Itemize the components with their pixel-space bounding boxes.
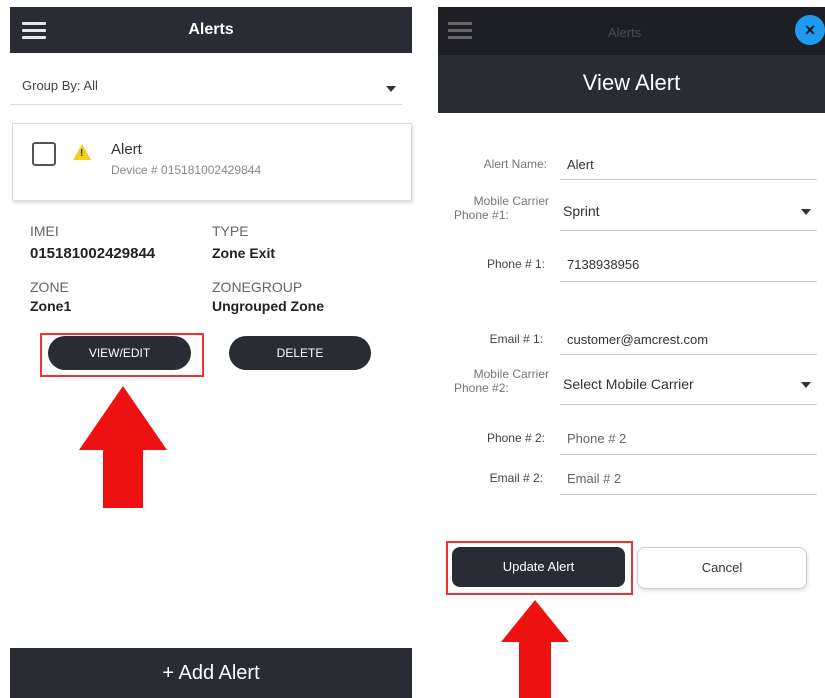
view-alert-header: Alerts View Alert ×: [438, 7, 825, 113]
delete-button[interactable]: DELETE: [229, 336, 371, 370]
background-title: Alerts: [608, 25, 642, 40]
carrier1-label-line1: Mobile Carrier: [473, 194, 549, 208]
arrow-up-icon: [501, 600, 569, 698]
carrier1-select[interactable]: Sprint: [563, 203, 600, 219]
chevron-down-icon[interactable]: [801, 209, 811, 215]
field-underline: [560, 494, 817, 495]
alert-name-field[interactable]: Alert: [567, 157, 594, 172]
chevron-down-icon[interactable]: [386, 86, 396, 92]
alert-device: Device # 015181002429844: [111, 163, 262, 177]
checkbox-icon[interactable]: [32, 142, 56, 166]
chevron-down-icon[interactable]: [801, 382, 811, 388]
alert-name: Alert: [111, 141, 142, 158]
alert-card[interactable]: ! Alert Device # 015181002429844: [12, 123, 412, 201]
zone-label: ZONE: [30, 279, 69, 295]
background-header: Alerts: [438, 7, 825, 55]
carrier2-label-line1: Mobile Carrier: [473, 367, 549, 381]
alert-name-label: Alert Name:: [483, 157, 547, 171]
type-value: Zone Exit: [212, 245, 276, 261]
field-underline: [560, 281, 817, 282]
carrier1-label-line2: Phone #1:: [454, 208, 509, 222]
arrow-up-icon: [79, 386, 167, 508]
view-edit-button[interactable]: VIEW/EDIT: [48, 336, 191, 370]
cancel-button[interactable]: Cancel: [637, 547, 807, 589]
imei-label: IMEI: [30, 223, 59, 239]
email1-field[interactable]: customer@amcrest.com: [567, 332, 708, 347]
phone2-label: Phone # 2:: [486, 431, 545, 445]
phone1-label: Phone # 1:: [486, 257, 545, 271]
page-title: Alerts: [188, 21, 234, 38]
zonegroup-label: ZONEGROUP: [212, 279, 303, 295]
alerts-header: Alerts: [10, 7, 412, 53]
close-icon[interactable]: ×: [795, 15, 825, 45]
field-underline: [560, 404, 817, 405]
email1-label: Email # 1:: [489, 332, 543, 346]
type-label: TYPE: [212, 223, 249, 239]
carrier2-select[interactable]: Select Mobile Carrier: [563, 376, 694, 392]
zone-value: Zone1: [30, 298, 72, 314]
email2-label: Email # 2:: [489, 471, 543, 485]
carrier1-label: Mobile Carrier Phone #1:: [450, 194, 549, 222]
imei-value: 015181002429844: [30, 245, 156, 262]
warning-mark: !: [80, 148, 84, 159]
email2-field[interactable]: Email # 2: [567, 471, 621, 486]
field-underline: [560, 179, 817, 180]
divider: [10, 104, 402, 105]
update-alert-button[interactable]: Update Alert: [452, 547, 625, 587]
group-by-select[interactable]: Group By: All: [22, 78, 98, 93]
hamburger-icon: [448, 22, 472, 39]
field-underline: [560, 230, 817, 231]
carrier2-label: Mobile Carrier Phone #2:: [450, 367, 549, 395]
field-underline: [560, 454, 817, 455]
carrier2-label-line2: Phone #2:: [454, 381, 509, 395]
field-underline: [560, 354, 817, 355]
modal-title: View Alert: [582, 70, 681, 95]
phone1-field[interactable]: 7138938956: [567, 257, 639, 272]
add-alert-button[interactable]: + Add Alert: [10, 648, 412, 698]
phone2-field[interactable]: Phone # 2: [567, 431, 626, 446]
zonegroup-value: Ungrouped Zone: [212, 298, 324, 314]
